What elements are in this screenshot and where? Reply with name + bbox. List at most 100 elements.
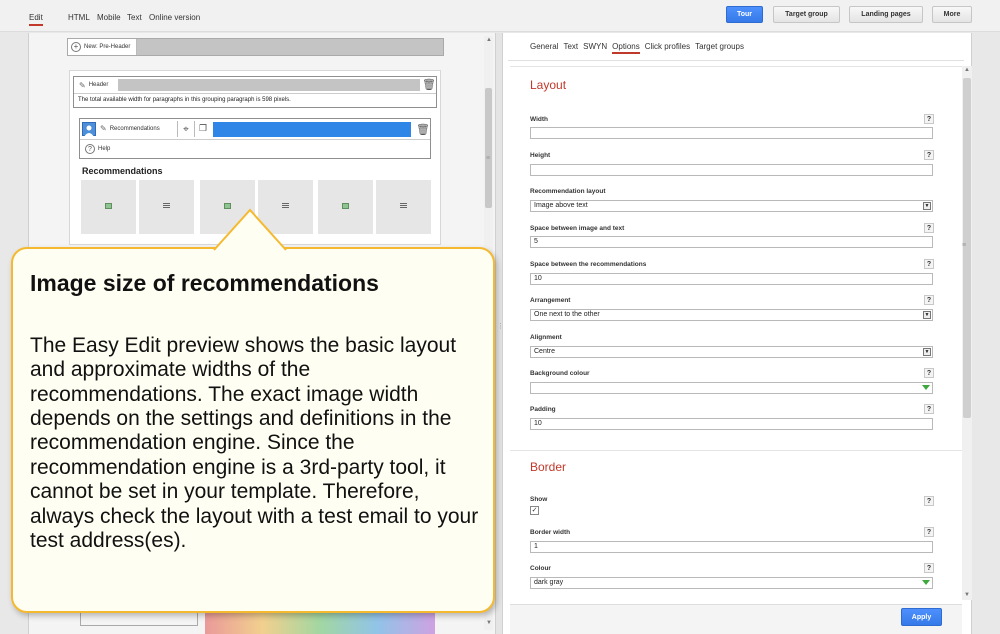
space-image-text-input[interactable]: 5 [530,236,933,248]
tab-general[interactable]: General [530,42,558,54]
recommendations-label[interactable]: ✎ Recommendations [100,124,160,133]
show-help-button[interactable]: ? [924,496,934,506]
recommendations-drag-bar[interactable] [213,122,411,137]
header-width-note: The total available width for paragraphs… [78,97,291,103]
recommendation-layout-select[interactable]: Image above text ▼ [530,200,933,212]
width-help-button[interactable]: ? [924,114,934,124]
tab-edit[interactable]: Edit [29,13,43,26]
scroll-up-icon[interactable]: ▲ [964,67,970,73]
width-input[interactable] [530,127,933,139]
pencil-icon: ✎ [100,124,107,133]
help-icon: ? [85,144,95,154]
alignment-value: Centre [534,348,556,355]
header-label[interactable]: ✎ Header [74,77,113,93]
border-colour-value: dark gray [534,579,564,586]
apply-bar [510,604,962,634]
tab-mobile[interactable]: Mobile [97,13,121,22]
tab-text[interactable]: Text [127,13,142,22]
text-icon [163,203,170,209]
user-icon [82,122,96,136]
more-button[interactable]: More [932,6,972,23]
callout-pointer [213,208,287,252]
lower-image-strip [205,612,435,634]
border-colour-label: Colour [530,565,551,572]
show-label: Show [530,496,548,503]
recommendations-block[interactable]: ✎ Recommendations ⌖ ❐ 🗑 ? Help [79,118,431,159]
settings-scrollbar[interactable] [962,66,972,600]
arrangement-select[interactable]: One next to the other ▼ [530,309,933,321]
layout-section-title: Layout [530,78,567,92]
tab-options[interactable]: Options [612,42,640,54]
padding-input[interactable]: 10 [530,418,933,430]
height-input[interactable] [530,164,933,176]
border-colour-help-button[interactable]: ? [924,563,934,573]
recommendation-layout-value: Image above text [534,202,588,209]
crosshair-icon[interactable]: ⌖ [177,121,195,137]
border-width-help-button[interactable]: ? [924,527,934,537]
space-recommendations-help-button[interactable]: ? [924,259,934,269]
preheader-text: New: Pre-Header [84,44,131,50]
space-image-text-label: Space between image and text [530,225,625,232]
chevron-down-icon: ▼ [923,348,931,356]
scroll-grip-icon: ≡ [962,242,967,249]
background-colour-picker[interactable] [530,382,933,394]
alignment-select[interactable]: Centre ▼ [530,346,933,358]
space-recommendations-label: Space between the recommendations [530,261,647,268]
height-label: Height [530,152,551,159]
help-link[interactable]: ? Help [85,144,110,154]
color-dropdown-icon [922,580,930,585]
header-block[interactable]: ✎ Header 🗑 The total available width for… [73,76,437,108]
text-icon [400,203,407,209]
border-width-input[interactable]: 1 [530,541,933,553]
add-icon: + [71,42,81,52]
callout-body: The Easy Edit preview shows the basic la… [30,334,479,552]
scroll-down-icon[interactable]: ▼ [486,620,492,626]
color-dropdown-icon [922,385,930,390]
tab-target-groups[interactable]: Target groups [695,42,744,54]
recommendations-heading: Recommendations [82,166,163,176]
recommendation-image-tile [318,180,373,234]
preheader-block[interactable]: + New: Pre-Header [67,38,444,56]
tour-button[interactable]: Tour [726,6,763,23]
arrangement-label: Arrangement [530,297,571,304]
header-text: Header [88,82,109,88]
border-colour-picker[interactable]: dark gray [530,577,933,589]
tabs-divider [508,60,964,61]
tab-online-version[interactable]: Online version [149,13,200,22]
width-label: Width [530,116,548,123]
padding-help-button[interactable]: ? [924,404,934,414]
show-border-checkbox[interactable]: ✓ [530,506,539,515]
space-recommendations-input[interactable]: 10 [530,273,933,285]
apply-button[interactable]: Apply [901,608,942,626]
padding-label: Padding [530,406,556,413]
tab-click-profiles[interactable]: Click profiles [645,42,690,54]
tab-swyn[interactable]: SWYN [583,42,607,54]
tab-html[interactable]: HTML [68,13,90,22]
space-image-text-help-button[interactable]: ? [924,223,934,233]
trash-icon[interactable]: 🗑 [422,78,436,91]
header-drag-bar[interactable] [118,79,420,91]
landing-pages-button[interactable]: Landing pages [849,6,923,23]
scroll-up-icon[interactable]: ▲ [486,37,492,43]
border-width-label: Border width [530,529,571,536]
copy-icon[interactable]: ❐ [199,123,207,134]
recommendation-image-tile [81,180,136,234]
scroll-down-icon[interactable]: ▼ [964,592,970,598]
background-colour-help-button[interactable]: ? [924,368,934,378]
arrangement-value: One next to the other [534,311,600,318]
recommendation-text-tile [376,180,431,234]
height-help-button[interactable]: ? [924,150,934,160]
background-colour-label: Background colour [530,370,590,377]
tab-text[interactable]: Text [563,42,578,54]
editor-scrollbar-thumb[interactable] [485,88,492,208]
trash-icon[interactable]: 🗑 [416,123,430,136]
preheader-label[interactable]: + New: Pre-Header [68,39,138,55]
image-icon [342,203,349,209]
chevron-down-icon: ▼ [923,311,931,319]
chevron-down-icon: ▼ [923,202,931,210]
alignment-label: Alignment [530,334,562,341]
target-group-button[interactable]: Target group [773,6,840,23]
help-text: Help [98,146,111,152]
arrangement-help-button[interactable]: ? [924,295,934,305]
recommendations-label-text: Recommendations [109,125,160,132]
